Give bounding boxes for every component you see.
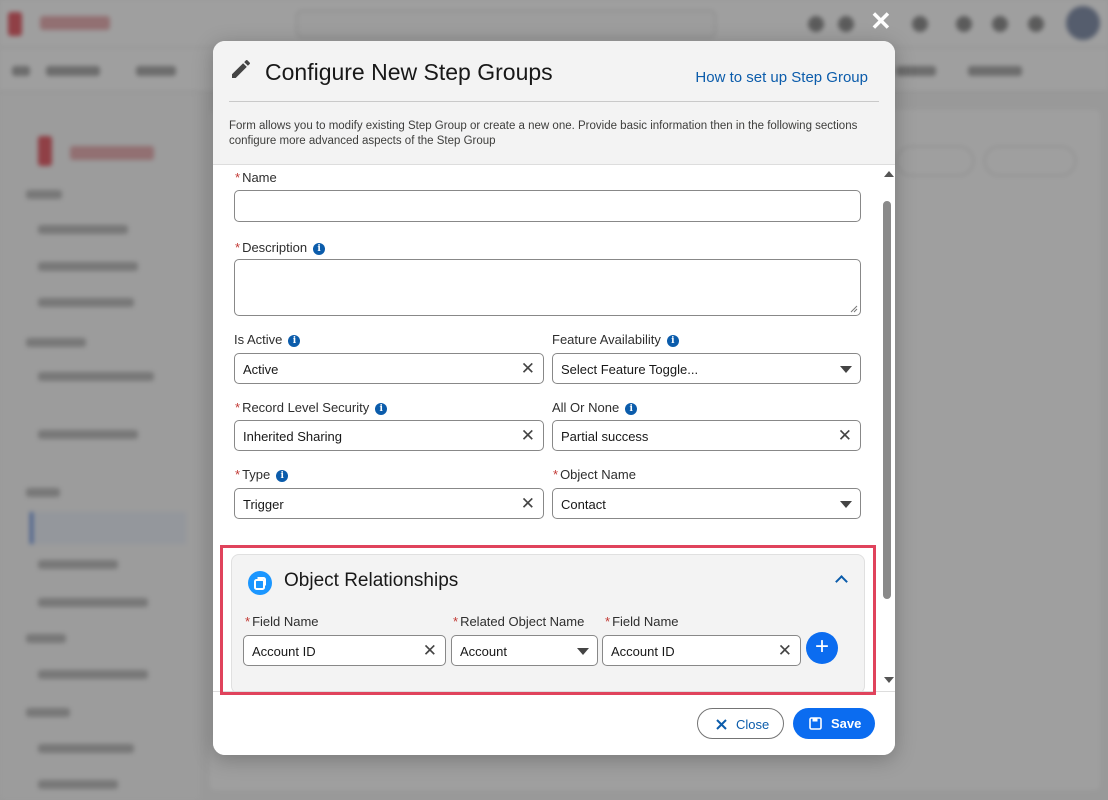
type-label-text: Type xyxy=(242,467,271,482)
chevron-up-icon[interactable] xyxy=(835,575,848,588)
info-icon[interactable]: i xyxy=(276,470,289,482)
type-value: Trigger xyxy=(243,497,284,512)
related-object-select[interactable]: Account xyxy=(451,635,598,666)
clear-icon[interactable]: ✕ xyxy=(838,427,852,444)
field-name-label: * Field Name xyxy=(245,614,319,629)
object-name-value: Contact xyxy=(561,497,606,512)
type-label: * Type i xyxy=(235,467,289,482)
close-button-label: Close xyxy=(736,717,770,732)
object-name-label-text: Object Name xyxy=(560,467,636,482)
related-field-value: Account ID xyxy=(611,644,675,659)
clear-icon[interactable]: ✕ xyxy=(521,495,535,512)
related-object-value: Account xyxy=(460,644,507,659)
info-icon[interactable]: i xyxy=(313,243,326,255)
required-marker: * xyxy=(605,614,611,629)
feature-availability-label: Feature Availability i xyxy=(552,332,679,347)
floppy-icon xyxy=(809,717,822,730)
info-icon[interactable]: i xyxy=(375,403,388,415)
record-level-security-label-text: Record Level Security xyxy=(242,400,370,415)
record-level-security-combobox[interactable]: Inherited Sharing ✕ xyxy=(234,420,544,451)
feature-availability-select[interactable]: Select Feature Toggle... xyxy=(552,353,861,384)
required-marker: * xyxy=(235,400,241,415)
header-divider xyxy=(229,101,879,102)
scroll-down-arrow[interactable] xyxy=(884,677,894,683)
chevron-down-icon[interactable] xyxy=(840,501,852,508)
related-field-label: * Field Name xyxy=(605,614,679,629)
close-button[interactable]: Close xyxy=(697,708,784,739)
required-marker: * xyxy=(245,614,251,629)
is-active-combobox[interactable]: Active ✕ xyxy=(234,353,544,384)
record-level-security-label: * Record Level Security i xyxy=(235,400,388,415)
related-field-combobox[interactable]: Account ID ✕ xyxy=(602,635,801,666)
object-relationships-section: Object Relationships * Field Name Account… xyxy=(231,554,865,691)
name-input[interactable] xyxy=(234,190,861,222)
configure-step-group-modal: Configure New Step Groups How to set up … xyxy=(213,41,895,755)
help-link[interactable]: How to set up Step Group xyxy=(695,69,868,86)
description-textarea[interactable] xyxy=(234,259,861,316)
section-title: Object Relationships xyxy=(284,570,459,591)
all-or-none-value: Partial success xyxy=(561,429,649,444)
relationship-icon xyxy=(248,571,272,595)
is-active-value: Active xyxy=(243,362,279,377)
field-name-label-text: Field Name xyxy=(252,614,319,629)
info-icon[interactable]: i xyxy=(666,335,679,347)
required-marker: * xyxy=(235,170,241,185)
type-combobox[interactable]: Trigger ✕ xyxy=(234,488,544,519)
close-icon xyxy=(716,719,727,730)
close-icon[interactable]: ✕ xyxy=(870,8,892,34)
modal-title: Configure New Step Groups xyxy=(265,59,553,85)
related-field-label-text: Field Name xyxy=(612,614,679,629)
chevron-down-icon[interactable] xyxy=(840,366,852,373)
required-marker: * xyxy=(235,240,241,255)
scrollbar-thumb[interactable] xyxy=(883,201,891,599)
is-active-label: Is Active i xyxy=(234,332,301,347)
add-relationship-button[interactable]: + xyxy=(806,632,838,664)
is-active-label-text: Is Active xyxy=(234,332,283,347)
description-label-text: Description xyxy=(242,240,308,255)
related-object-label: * Related Object Name xyxy=(453,614,584,629)
scrollbar[interactable] xyxy=(881,167,894,687)
all-or-none-combobox[interactable]: Partial success ✕ xyxy=(552,420,861,451)
clear-icon[interactable]: ✕ xyxy=(778,642,792,659)
resize-handle-icon[interactable] xyxy=(850,305,858,313)
record-level-security-value: Inherited Sharing xyxy=(243,429,343,444)
save-button-label: Save xyxy=(831,716,862,731)
feature-availability-value: Select Feature Toggle... xyxy=(561,362,699,377)
info-icon[interactable]: i xyxy=(288,335,301,347)
modal-footer: Close Save xyxy=(213,691,895,755)
plus-icon: + xyxy=(814,633,829,660)
modal-header: Configure New Step Groups How to set up … xyxy=(213,41,895,165)
all-or-none-label: All Or None i xyxy=(552,400,638,415)
name-label-text: Name xyxy=(242,170,277,185)
required-marker: * xyxy=(453,614,459,629)
object-name-label: * Object Name xyxy=(553,467,636,482)
required-marker: * xyxy=(235,467,241,482)
feature-availability-label-text: Feature Availability xyxy=(552,332,661,347)
required-marker: * xyxy=(553,467,559,482)
field-name-value: Account ID xyxy=(252,644,316,659)
all-or-none-label-text: All Or None xyxy=(552,400,620,415)
info-icon[interactable]: i xyxy=(625,403,638,415)
modal-description: Form allows you to modify existing Step … xyxy=(229,120,858,147)
description-label: * Description i xyxy=(235,240,326,255)
name-label: * Name xyxy=(235,170,277,185)
clear-icon[interactable]: ✕ xyxy=(521,427,535,444)
modal-body: * Name * Description i Is Active i Active ✕ … xyxy=(213,165,895,691)
save-button[interactable]: Save xyxy=(793,708,875,739)
clear-icon[interactable]: ✕ xyxy=(423,642,437,659)
field-name-combobox[interactable]: Account ID ✕ xyxy=(243,635,446,666)
related-object-label-text: Related Object Name xyxy=(460,614,585,629)
object-name-select[interactable]: Contact xyxy=(552,488,861,519)
pencil-icon xyxy=(232,60,250,78)
scroll-up-arrow[interactable] xyxy=(884,171,894,177)
chevron-down-icon[interactable] xyxy=(577,648,589,655)
clear-icon[interactable]: ✕ xyxy=(521,360,535,377)
